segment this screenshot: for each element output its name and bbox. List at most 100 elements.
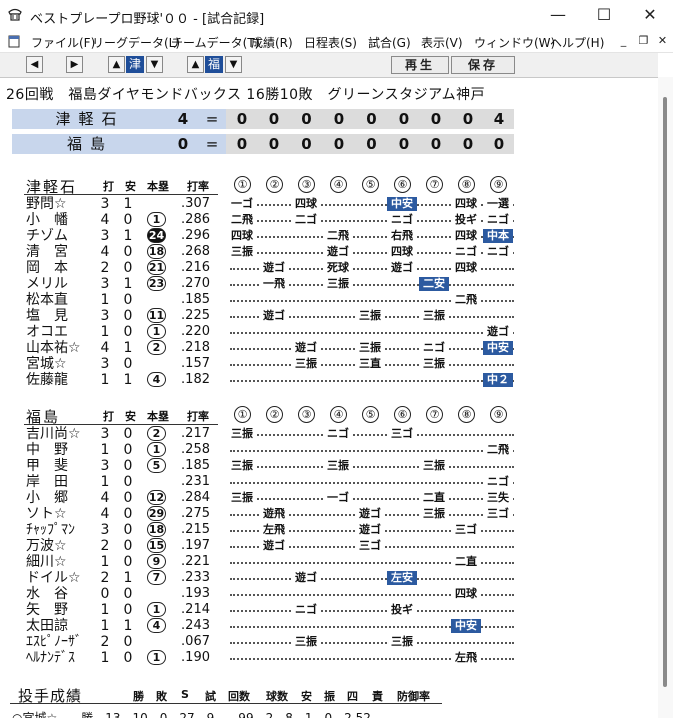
player-hits: 0 xyxy=(123,474,133,490)
player-batting-average: .225 xyxy=(181,308,210,323)
menu-team-data[interactable]: チームデータ(T) xyxy=(171,34,259,51)
at-bat-result: 中２ xyxy=(483,373,513,387)
player-at-bats: 1 xyxy=(100,474,110,490)
next-button[interactable]: ▶ xyxy=(66,56,83,73)
pitching-header: 勝 xyxy=(133,690,144,703)
player-batting-average: .231 xyxy=(181,474,210,489)
player-hits: 0 xyxy=(123,490,133,506)
pitching-header: 安 xyxy=(301,690,312,703)
header-home-runs: 本塁 xyxy=(147,410,169,423)
player-name: 甲 斐 xyxy=(26,458,68,474)
scoreboard-team-name: 津軽石 xyxy=(12,109,168,129)
game-record-panel: 26回戦 福島ダイヤモンドバックス 16勝10敗 グリーンスタジアム神戸 津軽石… xyxy=(0,78,658,718)
menu-game[interactable]: 試合(G) xyxy=(368,34,411,51)
at-bat-result: 中安 xyxy=(483,341,513,355)
scoreboard-inning-score: 0 xyxy=(355,134,388,154)
at-bat-result: 三振 xyxy=(227,245,257,259)
away-down-button[interactable]: ▼ xyxy=(146,56,163,73)
pitching-header: 防御率 xyxy=(397,690,430,703)
menu-bar: ファイル(F) リーグデータ(L) チームデータ(T) 成績(R) 日程表(S)… xyxy=(0,32,673,53)
player-at-bats: 3 xyxy=(100,196,110,212)
player-at-bats: 3 xyxy=(100,458,110,474)
menu-schedule[interactable]: 日程表(S) xyxy=(304,34,357,51)
player-batting-average: .220 xyxy=(181,324,210,339)
player-hits: 1 xyxy=(123,570,133,586)
at-bat-result: ニゴ xyxy=(291,603,321,617)
home-down-button[interactable]: ▼ xyxy=(225,56,242,73)
player-name: 山本祐☆ xyxy=(26,340,81,356)
at-bat-result: 二飛 xyxy=(227,213,257,227)
player-at-bats: 1 xyxy=(100,650,110,666)
window-title: ベストプレープロ野球'００ - [試合記録] xyxy=(30,12,265,27)
scoreboard-inning-score: 0 xyxy=(452,109,484,129)
player-hits: 0 xyxy=(123,538,133,554)
player-at-bats: 1 xyxy=(100,292,110,308)
at-bat-result: 一飛 xyxy=(259,277,289,291)
at-bat-result: 三振 xyxy=(419,507,449,521)
at-bat-result: 四球 xyxy=(451,261,481,275)
menu-view[interactable]: 表示(V) xyxy=(421,34,463,51)
home-up-button[interactable]: ▲ xyxy=(187,56,204,73)
close-button[interactable]: ✕ xyxy=(627,0,673,32)
menu-window[interactable]: ウィンドウ(W) xyxy=(474,34,555,51)
mdi-minimize-button[interactable]: _ xyxy=(616,34,631,49)
maximize-button[interactable]: ☐ xyxy=(581,0,627,32)
player-at-bats: 3 xyxy=(100,522,110,538)
at-bat-result: 四球 xyxy=(451,197,481,211)
save-button[interactable]: 保存 xyxy=(451,56,515,74)
player-batting-average: .270 xyxy=(181,276,210,291)
player-name: 岡 本 xyxy=(26,260,68,276)
menu-league-data[interactable]: リーグデータ(L) xyxy=(92,34,180,51)
player-home-runs: 1 xyxy=(147,650,166,665)
menu-help[interactable]: ヘルプ(H) xyxy=(550,34,604,51)
inning-header-5: ⑤ xyxy=(362,176,379,193)
inning-header-7: ⑦ xyxy=(426,176,443,193)
inning-header-5: ⑤ xyxy=(362,406,379,423)
menu-records[interactable]: 成績(R) xyxy=(251,34,293,51)
player-name: 野問☆ xyxy=(26,196,67,212)
player-home-runs: 18 xyxy=(147,244,166,259)
player-batting-average: .268 xyxy=(181,244,210,259)
at-bat-result: 死球 xyxy=(323,261,353,275)
player-batting-average: .193 xyxy=(181,586,210,601)
at-bat-result: 二飛 xyxy=(451,293,481,307)
player-name: 塩 見 xyxy=(26,308,68,324)
at-bat-result: 遊飛 xyxy=(259,507,289,521)
prev-button[interactable]: ◀ xyxy=(26,56,43,73)
player-hits: 0 xyxy=(123,506,133,522)
player-batting-average: .217 xyxy=(181,426,210,441)
at-bat-result: 四球 xyxy=(227,229,257,243)
player-batting-average: .296 xyxy=(181,228,210,243)
player-at-bats: 3 xyxy=(100,228,110,244)
player-batting-average: .190 xyxy=(181,650,210,665)
player-home-runs: 23 xyxy=(147,276,166,291)
player-name: 吉川尚☆ xyxy=(26,426,81,442)
header-batting-average: 打率 xyxy=(187,410,209,423)
at-bat-result: 遊ゴ xyxy=(259,261,289,275)
away-up-button[interactable]: ▲ xyxy=(108,56,125,73)
scoreboard-inning-score: 0 xyxy=(258,109,290,129)
away-team-tag: 津 xyxy=(126,56,144,73)
at-bat-result: ニゴ xyxy=(483,213,513,227)
player-batting-average: .221 xyxy=(181,554,210,569)
vertical-scrollbar[interactable] xyxy=(658,77,673,718)
player-at-bats: 4 xyxy=(100,490,110,506)
menu-file[interactable]: ファイル(F) xyxy=(31,34,95,51)
pitching-header-line xyxy=(10,703,442,704)
play-button[interactable]: 再生 xyxy=(391,56,449,74)
mdi-restore-button[interactable]: ❐ xyxy=(636,34,651,49)
at-bat-result: ニゴ xyxy=(451,245,481,259)
result-leader-dots xyxy=(230,498,514,500)
minimize-button[interactable]: — xyxy=(535,0,581,32)
at-bat-result: 三振 xyxy=(227,491,257,505)
player-name: 小 郷 xyxy=(26,490,68,506)
at-bat-result: 二安 xyxy=(419,277,449,291)
player-name: 太田諒 xyxy=(26,618,68,634)
mdi-close-button[interactable]: ✕ xyxy=(655,34,670,49)
scoreboard-inning-score: 0 xyxy=(452,134,484,154)
inning-header-3: ③ xyxy=(298,176,315,193)
scrollbar-thumb[interactable] xyxy=(663,97,667,687)
at-bat-result: 三振 xyxy=(355,309,385,323)
at-bat-result: 三振 xyxy=(227,427,257,441)
at-bat-result: 三振 xyxy=(323,277,353,291)
